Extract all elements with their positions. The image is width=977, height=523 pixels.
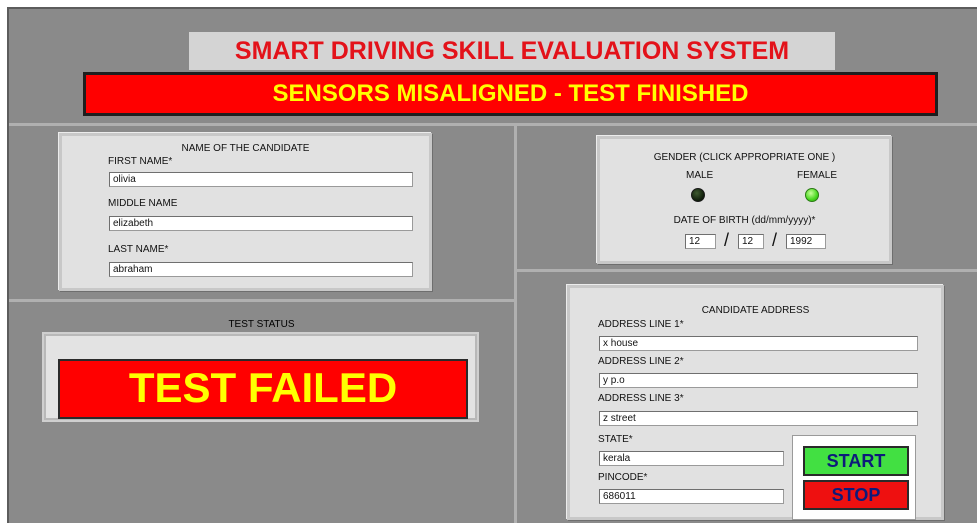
candidate-address-panel: CANDIDATE ADDRESS ADDRESS LINE 1* ADDRES… [567, 285, 944, 520]
status-banner: SENSORS MISALIGNED - TEST FINISHED [83, 72, 938, 116]
address-line3-field[interactable] [599, 411, 918, 426]
front-panel: SMART DRIVING SKILL EVALUATION SYSTEM SE… [7, 7, 977, 523]
app-title: SMART DRIVING SKILL EVALUATION SYSTEM [189, 32, 835, 70]
right-divider [517, 269, 977, 272]
state-label: STATE* [598, 434, 633, 445]
male-led-button[interactable] [691, 188, 705, 202]
name-panel-heading: NAME OF THE CANDIDATE [181, 143, 310, 154]
first-name-label: FIRST NAME* [108, 156, 173, 167]
female-label: FEMALE [797, 170, 838, 181]
pincode-field[interactable] [599, 489, 784, 504]
control-button-box: START STOP [792, 435, 916, 520]
dob-year-field[interactable] [786, 234, 826, 249]
dob-label: DATE OF BIRTH (dd/mm/yyyy)* [673, 215, 816, 226]
last-name-field[interactable] [109, 262, 413, 277]
pincode-label: PINCODE* [598, 472, 648, 483]
vertical-divider [514, 123, 517, 523]
candidate-name-panel: NAME OF THE CANDIDATE FIRST NAME* MIDDLE… [59, 133, 432, 291]
dob-separator: / [724, 230, 730, 250]
first-name-field[interactable] [109, 172, 413, 187]
dob-month-field[interactable] [738, 234, 764, 249]
address-line1-label: ADDRESS LINE 1* [598, 319, 684, 330]
middle-name-field[interactable] [109, 216, 413, 231]
gender-dob-panel: GENDER (CLICK APPROPRIATE ONE ) MALE FEM… [597, 136, 892, 264]
middle-name-label: MIDDLE NAME [108, 198, 178, 209]
test-status-frame: TEST FAILED [42, 332, 479, 422]
dob-separator: / [772, 230, 778, 250]
address-line3-label: ADDRESS LINE 3* [598, 393, 684, 404]
application-window: SMART DRIVING SKILL EVALUATION SYSTEM SE… [0, 0, 977, 523]
male-label: MALE [686, 170, 714, 181]
address-line2-label: ADDRESS LINE 2* [598, 356, 684, 367]
last-name-label: LAST NAME* [108, 244, 169, 255]
test-result-indicator: TEST FAILED [58, 359, 468, 419]
test-status-heading: TEST STATUS [228, 319, 295, 330]
gender-heading: GENDER (CLICK APPROPRIATE ONE ) [653, 152, 836, 163]
female-led-button[interactable] [805, 188, 819, 202]
stop-button[interactable]: STOP [803, 480, 909, 510]
address-line1-field[interactable] [599, 336, 918, 351]
top-divider [9, 123, 977, 126]
left-divider [9, 299, 514, 302]
address-line2-field[interactable] [599, 373, 918, 388]
start-button[interactable]: START [803, 446, 909, 476]
dob-day-field[interactable] [685, 234, 716, 249]
address-heading: CANDIDATE ADDRESS [701, 305, 810, 316]
state-field[interactable] [599, 451, 784, 466]
